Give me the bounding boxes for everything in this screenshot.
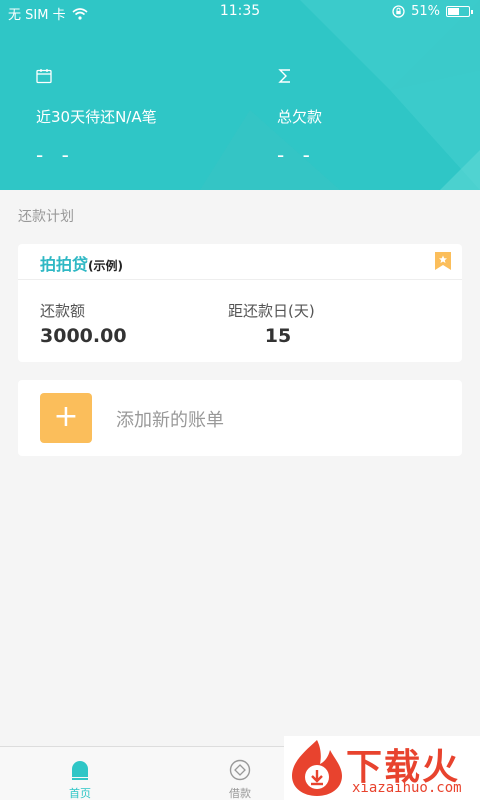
loan-card[interactable]: 拍拍贷(示例) 还款额 3000.00 距还款日(天) 15 (18, 244, 462, 362)
due-30-days-label: 近30天待还N/A笔 (36, 108, 157, 126)
repayment-amount-label: 还款额 (40, 302, 86, 320)
site-watermark: 下载火 xiazaihuo.com (284, 736, 480, 800)
add-bill-button[interactable]: + (40, 393, 92, 443)
due-30-days-stat[interactable]: 近30天待还N/A笔 - - (36, 68, 157, 167)
total-debt-value: - - (277, 143, 316, 167)
tab-home[interactable]: 首页 (20, 747, 140, 800)
days-to-due-value: 15 (264, 325, 292, 347)
tab-home-label: 首页 (69, 787, 91, 800)
due-30-days-value: - - (36, 143, 75, 167)
battery-icon (446, 6, 473, 17)
add-bill-label: 添加新的账单 (116, 410, 224, 431)
calendar-icon (36, 69, 52, 84)
watermark-url: xiazaihuo.com (352, 780, 462, 796)
total-debt-label: 总欠款 (277, 108, 323, 126)
loan-card-title: 拍拍贷(示例) (40, 251, 123, 275)
loan-name: 拍拍贷 (40, 255, 89, 274)
sigma-icon (278, 69, 290, 83)
tab-loan-label: 借款 (229, 787, 251, 800)
bookmark-star-icon[interactable] (434, 251, 452, 271)
section-title-repayment-plan: 还款计划 (18, 209, 74, 225)
battery-percent: 51% (411, 4, 440, 19)
summary-header: 无 SIM 卡 11:35 51% 近30天待还N/A笔 - - 总欠款 - - (0, 0, 480, 190)
days-to-due-label: 距还款日(天) (228, 302, 315, 320)
loan-card-header: 拍拍贷(示例) (18, 244, 462, 280)
total-debt-stat[interactable]: 总欠款 - - (277, 68, 322, 167)
status-bar: 无 SIM 卡 11:35 51% (0, 0, 480, 24)
add-bill-card[interactable]: + 添加新的账单 (18, 380, 462, 456)
repayment-amount-value: 3000.00 (40, 325, 127, 347)
rotation-lock-icon (392, 5, 405, 18)
tab-loan[interactable]: 借款 (180, 747, 300, 800)
loan-sample-tag: (示例) (88, 259, 123, 273)
home-icon (72, 761, 88, 780)
flame-logo (292, 740, 342, 796)
plus-icon: + (53, 399, 79, 434)
loan-icon (229, 759, 251, 781)
